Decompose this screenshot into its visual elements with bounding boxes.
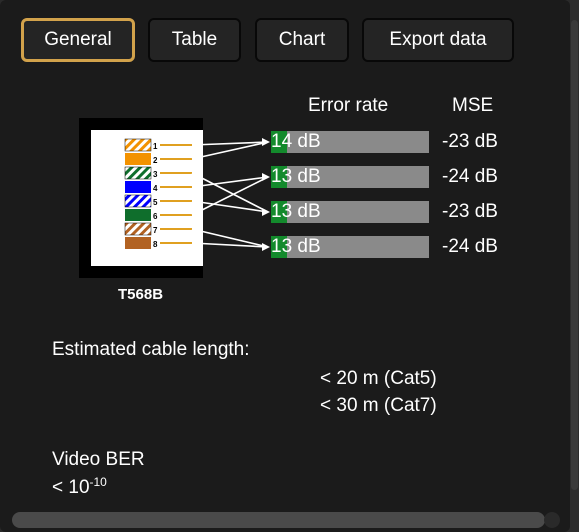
arrowhead [262,208,270,216]
pin-4-wire [125,181,151,193]
arrowhead [262,243,270,251]
pin-number: 5 [153,198,158,207]
horizontal-scrollbar-thumb[interactable] [12,512,545,528]
mse-value: -24 dB [442,166,498,187]
pin-number: 6 [153,212,158,221]
pin-number: 7 [153,226,158,235]
cable-length-cat7: < 30 m (Cat7) [320,395,437,416]
connector-standard-label: T568B [118,286,164,303]
cable-length-cat5: < 20 m (Cat5) [320,368,437,389]
pin-5-wire [124,194,152,208]
pin-number: 8 [153,240,158,249]
error-rate-value: 13 dB [271,236,321,257]
horizontal-scrollbar-end[interactable] [544,512,560,528]
pin-7-wire [124,222,152,236]
arrowhead [262,173,270,181]
video-ber-label: Video BER [52,449,145,470]
pin-3-wire [124,166,152,180]
pin-2-wire [125,153,151,165]
mse-value: -23 dB [442,201,498,222]
pin-number: 3 [153,170,158,179]
error-rate-value: 13 dB [271,166,321,187]
pin-number: 1 [153,142,158,151]
video-ber-value: < 10-10 [52,475,107,499]
video-ber-prefix: < 10 [52,477,90,498]
mse-value: -24 dB [442,236,498,257]
mse-value: -23 dB [442,131,498,152]
arrowhead [262,138,270,146]
pin-number: 4 [153,184,158,193]
cable-length-label: Estimated cable length: [52,339,250,360]
error-rate-value: 14 dB [271,131,321,152]
pin-8-wire [125,237,151,249]
pin-number: 2 [153,156,158,165]
pin-1-wire [124,138,152,152]
error-rate-value: 13 dB [271,201,321,222]
pin-6-wire [125,209,151,221]
video-ber-exponent: -10 [89,475,107,489]
